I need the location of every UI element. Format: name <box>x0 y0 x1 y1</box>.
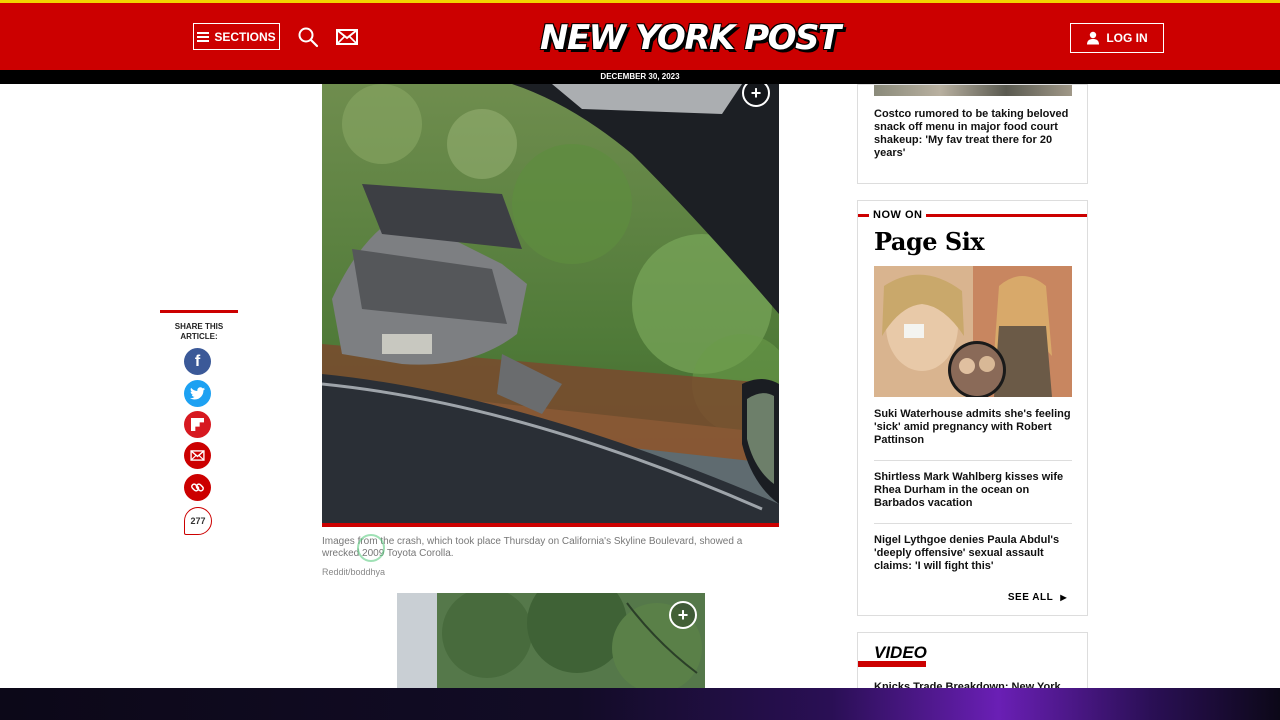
flipboard-share-button[interactable] <box>184 411 211 438</box>
facebook-icon: f <box>194 352 201 370</box>
sections-label: SECTIONS <box>214 29 276 44</box>
photo-credit: Reddit/boddhya <box>322 567 386 577</box>
photo-divider <box>322 523 779 527</box>
login-button[interactable]: LOG IN <box>1070 23 1164 53</box>
mouse-cursor-indicator <box>357 534 385 562</box>
share-title: SHARE THIS ARTICLE: <box>174 322 224 341</box>
login-label: LOG IN <box>1106 31 1148 45</box>
site-logo[interactable]: NEW YORK POST <box>540 15 841 61</box>
crash-photo-image <box>322 84 779 523</box>
page-six-module: NOW ON Page Six Suki Waterhouse admits s… <box>857 200 1088 616</box>
page-six-story-2[interactable]: Shirtless Mark Wahlberg kisses wife Rhea… <box>874 471 1072 510</box>
expand-photo-2-button[interactable]: + <box>669 601 697 629</box>
comment-count: 277 <box>190 516 206 526</box>
trending-story-headline[interactable]: Costco rumored to be taking beloved snac… <box>874 108 1074 160</box>
page-six-image[interactable] <box>874 266 1072 397</box>
second-photo-image <box>397 593 705 688</box>
search-icon[interactable] <box>296 25 320 49</box>
page-six-story-3[interactable]: Nigel Lythgoe denies Paula Abdul's 'deep… <box>874 534 1072 573</box>
user-icon <box>1087 31 1100 45</box>
site-header: SECTIONS NEW YORK POST LOG IN <box>0 0 1280 70</box>
flipboard-icon <box>191 418 204 431</box>
see-all-link[interactable]: SEE ALL ▶ <box>1008 592 1067 603</box>
video-section-title: VIDEO <box>874 643 927 662</box>
twitter-share-button[interactable] <box>184 380 211 407</box>
sections-button[interactable]: SECTIONS <box>193 23 280 50</box>
second-photo[interactable]: + <box>397 593 705 688</box>
copy-link-button[interactable] <box>184 474 211 501</box>
page-six-story-1[interactable]: Suki Waterhouse admits she's feeling 'si… <box>874 408 1072 447</box>
mail-icon[interactable] <box>335 25 359 49</box>
comments-button[interactable]: 277 <box>184 507 212 535</box>
video-divider <box>858 661 926 667</box>
share-divider <box>160 310 238 313</box>
trending-story-card[interactable]: Costco rumored to be taking beloved snac… <box>857 84 1088 184</box>
photo-caption: Images from the crash, which took place … <box>322 536 743 559</box>
trending-story-image <box>874 85 1072 96</box>
page: SECTIONS NEW YORK POST LOG IN DECEMBER 3… <box>0 0 1280 720</box>
twitter-icon <box>190 387 205 400</box>
hamburger-icon <box>197 31 210 42</box>
share-toolbar: SHARE THIS ARTICLE: f 277 <box>160 310 238 535</box>
page-six-logo[interactable]: Page Six <box>874 227 985 256</box>
date-bar: DECEMBER 30, 2023 <box>0 70 1280 84</box>
crash-photo[interactable]: + <box>322 84 779 523</box>
story-divider <box>874 523 1072 524</box>
facebook-share-button[interactable]: f <box>184 348 211 375</box>
see-all-label: SEE ALL <box>1007 592 1054 603</box>
bottom-overlay-band <box>0 688 1280 720</box>
story-divider <box>874 460 1072 461</box>
email-share-button[interactable] <box>184 442 211 469</box>
caret-right-icon: ▶ <box>1060 593 1067 602</box>
now-on-label: NOW ON <box>869 209 927 221</box>
page-six-image-art <box>874 266 1072 397</box>
link-icon <box>191 483 204 492</box>
email-icon <box>190 450 205 461</box>
